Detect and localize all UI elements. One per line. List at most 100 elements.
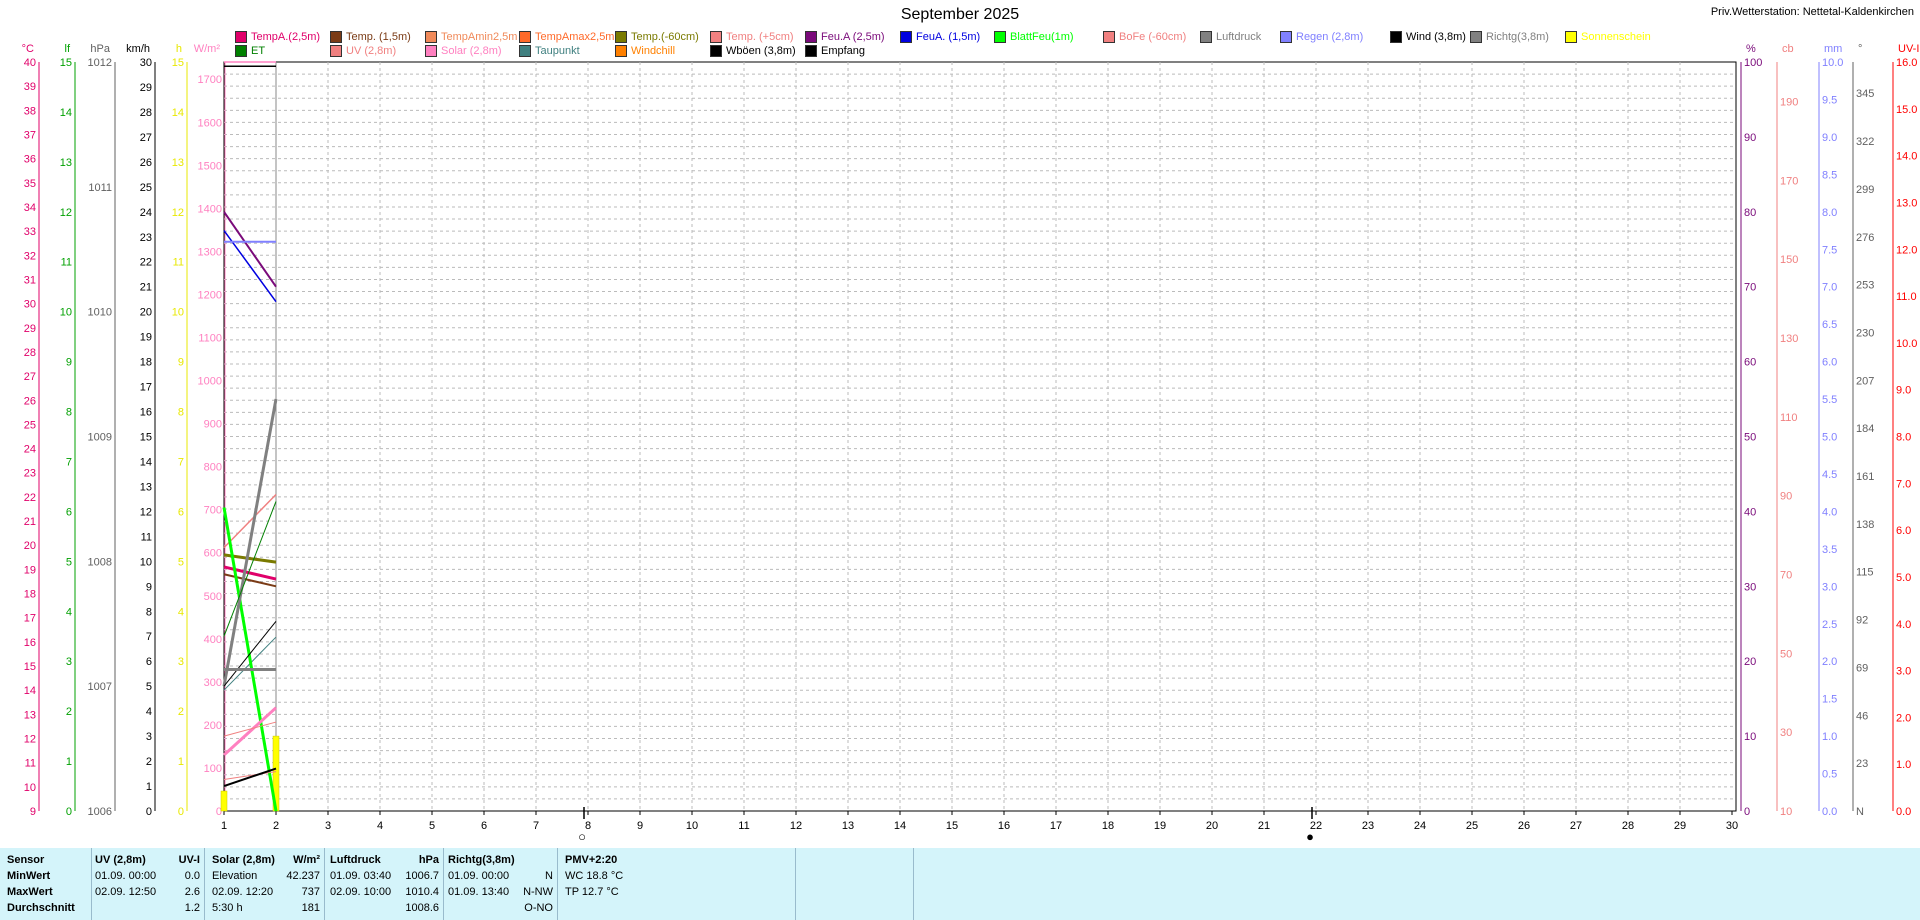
axis-tick-kmh: 28	[140, 107, 152, 119]
axis-tick-lf: 14	[60, 107, 72, 119]
axis-tick-lf: 11	[61, 257, 72, 269]
x-tick-label: 14	[894, 820, 906, 832]
axis-tick-hpa: 1009	[88, 432, 112, 444]
axis-tick-h: 15	[172, 57, 184, 69]
legend-swatch	[519, 45, 531, 57]
legend-item: Taupunkt	[519, 45, 580, 57]
axis-tick-temp_c: 23	[24, 468, 36, 480]
axis-tick-kmh: 21	[140, 282, 152, 294]
axis-tick-wm2: 400	[204, 634, 222, 646]
x-tick-label: 9	[637, 820, 643, 832]
axis-tick-kmh: 25	[140, 182, 152, 194]
axis-tick-wm2: 100	[204, 763, 222, 775]
axis-tick-uvi: 2.0	[1896, 712, 1911, 724]
axis-tick-mm: 4.0	[1822, 506, 1837, 518]
stats-pressure-avg-value: 1008.6	[405, 902, 439, 914]
axis-tick-wm2: 1500	[198, 160, 222, 172]
legend-item: Temp. (1,5m)	[330, 31, 411, 43]
axis-tick-temp_c: 37	[24, 129, 36, 141]
stats-pressure-max-time: 02.09. 10:00	[330, 886, 392, 898]
axis-tick-temp_c: 30	[24, 299, 36, 311]
axis-tick-h: 6	[178, 506, 184, 518]
axis-tick-wm2: 300	[204, 677, 222, 689]
x-tick-label: 7	[533, 820, 539, 832]
axis-tick-mm: 6.5	[1822, 319, 1837, 331]
axis-tick-deg: 46	[1856, 710, 1868, 722]
axis-tick-temp_c: 25	[24, 419, 36, 431]
legend-label: Regen (2,8m)	[1296, 31, 1364, 43]
axis-tick-deg: 345	[1856, 88, 1874, 100]
axis-tick-kmh: 18	[140, 357, 152, 369]
axis-tick-mm: 1.5	[1822, 694, 1837, 706]
axis-tick-cb: 10	[1780, 806, 1792, 818]
axis-tick-kmh: 19	[140, 332, 152, 344]
axis-tick-temp_c: 32	[24, 250, 36, 262]
stats-uv: UV (2,8m) UV-I 01.09. 00:00 0.0 02.09. 1…	[91, 848, 205, 920]
axis-tick-mm: 3.0	[1822, 581, 1837, 593]
axis-tick-temp_c: 24	[24, 444, 36, 456]
legend-label: UV (2,8m)	[346, 45, 397, 57]
axis-tick-hpa: 1007	[88, 681, 112, 693]
axis-tick-lf: 12	[60, 207, 72, 219]
legend-item: TempAmax2,5m	[519, 31, 614, 43]
legend-swatch	[710, 45, 722, 57]
axis-tick-h: 13	[172, 157, 184, 169]
axis-tick-wm2: 1700	[198, 74, 222, 86]
legend-swatch	[519, 31, 531, 43]
axis-tick-uvi: 8.0	[1896, 432, 1911, 444]
axis-tick-kmh: 6	[146, 656, 152, 668]
axis-tick-uvi: 9.0	[1896, 385, 1911, 397]
axis-tick-lf: 15	[60, 57, 72, 69]
stats-solar-max-value: 737	[301, 886, 320, 898]
stats-uv-min-time: 01.09. 00:00	[95, 870, 157, 882]
x-tick-label: 23	[1362, 820, 1374, 832]
legend-label: Feu.A (2,5m)	[821, 31, 885, 43]
axis-tick-deg: 276	[1856, 232, 1874, 244]
station-name: Priv.Wetterstation: Nettetal-Kaldenkirch…	[1710, 6, 1914, 18]
axis-tick-kmh: 5	[146, 681, 152, 693]
axis-tick-pct: 60	[1744, 357, 1756, 369]
axis-tick-lf: 9	[66, 357, 72, 369]
axis-tick-temp_c: 15	[24, 661, 36, 673]
axis-tick-uvi: 15.0	[1896, 104, 1917, 116]
axis-tick-kmh: 13	[140, 481, 152, 493]
legend-swatch	[615, 45, 627, 57]
axis-tick-kmh: 9	[146, 581, 152, 593]
axis-tick-h: 14	[172, 107, 184, 119]
axis-tick-temp_c: 19	[24, 564, 36, 576]
axis-tick-cb: 50	[1780, 648, 1792, 660]
legend-swatch	[1390, 31, 1402, 43]
axis-tick-kmh: 14	[140, 456, 152, 468]
stats-solar-unit: W/m²	[293, 854, 320, 866]
x-tick-label: 2	[273, 820, 279, 832]
chart-canvas: 1 2 3 4 5 6 7 8 9 10 11 12 13 14 15 16 17 18 19 20 21 22 23 24 2…	[22, 43, 1920, 844]
x-tick-label: 6	[481, 820, 487, 832]
stats-uv-unit: UV-I	[178, 854, 200, 866]
axis-tick-deg: 299	[1856, 184, 1874, 196]
axis-tick-mm: 2.0	[1822, 656, 1837, 668]
legend-swatch	[900, 31, 912, 43]
axis-tick-pct: 90	[1744, 132, 1756, 144]
stats-pmv: PMV+2:20 WC 18.8 °C TP 12.7 °C	[557, 848, 796, 920]
x-tick-label: 11	[738, 820, 749, 832]
axis-tick-kmh: 0	[146, 806, 152, 818]
stats-solar-duration: 5:30 h	[212, 902, 243, 914]
axis-tick-lf: 2	[66, 706, 72, 718]
axis-tick-cb: 170	[1780, 175, 1798, 187]
axis-tick-temp_c: 39	[24, 81, 36, 93]
axis-tick-lf: 3	[66, 656, 72, 668]
legend-item: FeuA. (1,5m)	[900, 31, 980, 43]
axis-tick-h: 2	[178, 706, 184, 718]
legend-label: FeuA. (1,5m)	[916, 31, 981, 43]
axis-tick-deg: 253	[1856, 280, 1874, 292]
sunshine-bar	[220, 790, 228, 812]
axis-tick-temp_c: 28	[24, 347, 36, 359]
axis-tick-pct: 10	[1744, 731, 1756, 743]
legend-item: ET	[235, 45, 265, 57]
axis-tick-uvi: 3.0	[1896, 666, 1911, 678]
legend-label: BoFe (-60cm)	[1119, 31, 1187, 43]
legend-label: Temp.(-60cm)	[631, 31, 699, 43]
legend-item: BoFe (-60cm)	[1103, 31, 1186, 43]
axis-tick-mm: 6.0	[1822, 357, 1837, 369]
axis-unit-pct: %	[1746, 43, 1756, 55]
